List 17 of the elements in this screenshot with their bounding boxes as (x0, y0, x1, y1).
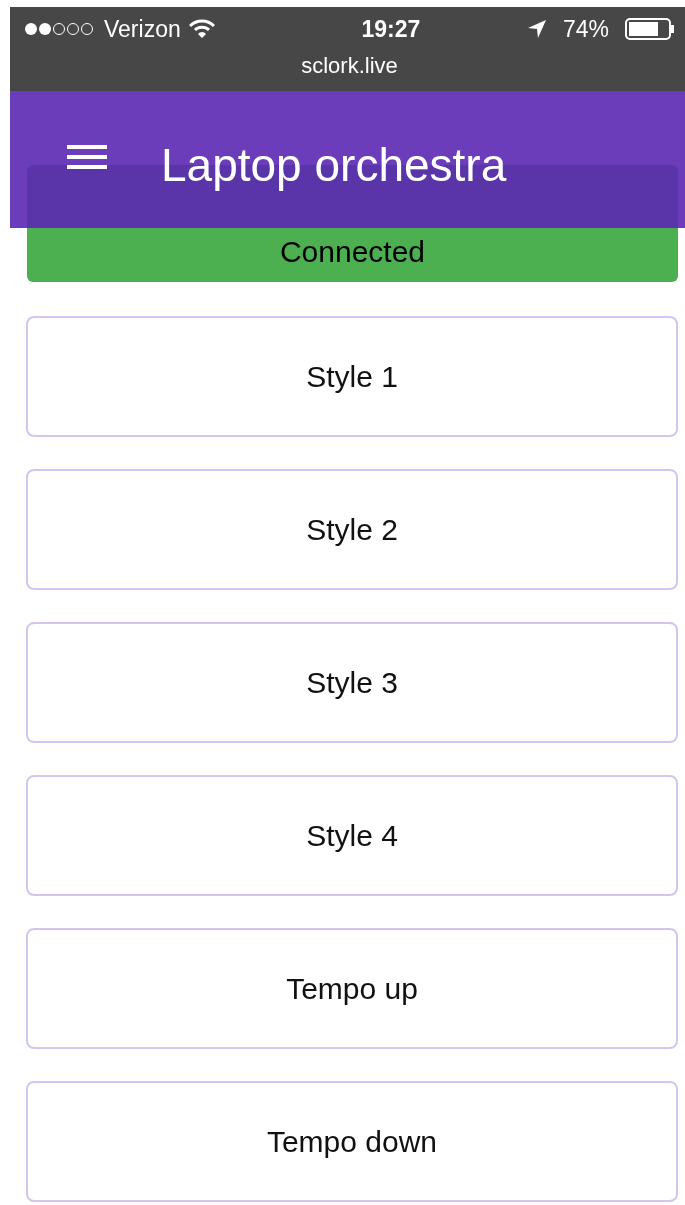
menu-icon[interactable] (67, 143, 107, 171)
clock-time: 19:27 (361, 14, 421, 44)
signal-icon (24, 22, 96, 36)
action-button[interactable]: Style 2 (26, 469, 678, 590)
battery-percent: 74% (562, 14, 609, 44)
action-button[interactable]: Style 4 (26, 775, 678, 896)
connection-status: Connected (279, 235, 426, 268)
carrier-name: Verizon (104, 14, 181, 44)
wifi-icon (188, 19, 215, 39)
page-url: sclork.live (301, 53, 398, 78)
location-arrow-icon (526, 19, 547, 39)
battery-icon (625, 18, 675, 40)
action-button[interactable]: Tempo up (26, 928, 678, 1049)
action-button[interactable]: Style 1 (26, 316, 678, 437)
action-button[interactable]: Tempo down (26, 1081, 678, 1202)
app-title: Laptop orchestra (161, 138, 507, 193)
action-button[interactable]: Style 3 (26, 622, 678, 743)
